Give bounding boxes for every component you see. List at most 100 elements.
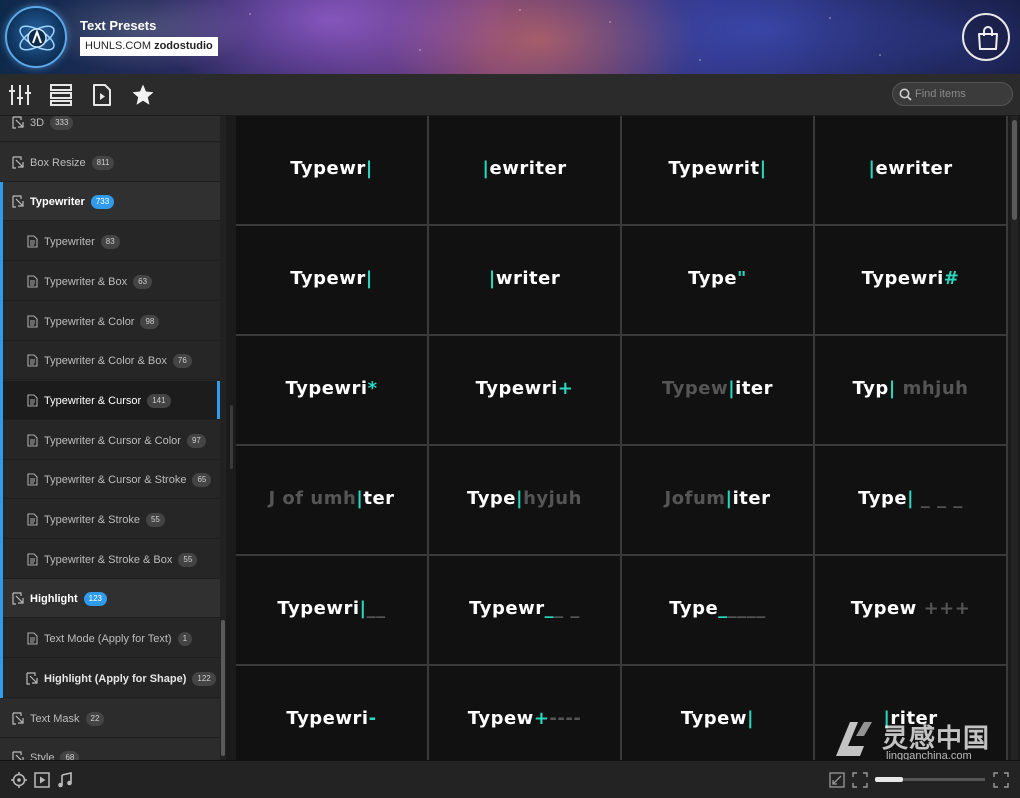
preset-thumbnail[interactable]: Type|hyjuh [429, 446, 620, 554]
watermark-logo-icon [836, 722, 872, 756]
label-text: Text Mask [30, 712, 80, 725]
preset-preview-text: |ewriter [868, 158, 952, 179]
preset-thumbnail[interactable]: Typew+---- [429, 666, 620, 760]
preview-faded-text: Typew [661, 378, 729, 399]
preview-cursor: | [488, 268, 496, 289]
star-icon[interactable] [131, 83, 155, 107]
label-text: Typewriter & Cursor & Stroke [44, 474, 187, 487]
preset-thumbnail[interactable]: Typewr| [236, 226, 427, 334]
label-text: Text Mode (Apply for Text) [44, 633, 172, 646]
preset-preview-text: |writer [489, 268, 560, 289]
app-logo[interactable] [5, 6, 67, 68]
sidebar-category-box-resize[interactable]: Box Resize 811 [0, 142, 220, 182]
preview-typed-text: Typewri [286, 708, 369, 729]
preset-preview-text: Typewrit| [668, 158, 766, 179]
list-view-icon[interactable] [49, 83, 73, 107]
preset-thumbnail[interactable]: Typewri# [815, 226, 1006, 334]
preview-typed-text: Typew [850, 598, 917, 619]
panel-resize-handle[interactable] [230, 405, 233, 469]
shrink-icon[interactable] [829, 772, 845, 788]
sidebar-scroll-thumb[interactable] [221, 620, 225, 756]
preset-thumbnail[interactable]: Typewri* [236, 336, 427, 444]
preview-file-icon[interactable] [90, 83, 114, 107]
music-icon[interactable] [57, 772, 73, 788]
sidebar-category-text-mask[interactable]: Text Mask 22 [0, 698, 220, 738]
sidebar-subitem-typewriter-stroke[interactable]: Typewriter & Stroke 55 [0, 500, 220, 539]
sidebar-subitem-typewriter-cursor-color[interactable]: Typewriter & Cursor & Color 97 [0, 420, 220, 460]
preset-grid: Typewr| |ewriter Typewrit| |ewriter Typewr| |… [236, 116, 1008, 760]
count-badge: 22 [85, 711, 105, 726]
preview-cursor: | [365, 158, 373, 179]
preset-preview-text: |ewriter [482, 158, 566, 179]
sidebar-subitem-typewriter-stroke-box[interactable]: Typewriter & Stroke & Box 55 [0, 539, 220, 579]
preview-cursor: - [368, 708, 377, 729]
shop-button[interactable] [962, 13, 1010, 61]
sidebar-subitem-typewriter-cursor[interactable]: Typewriter & Cursor 141 [0, 380, 220, 420]
fullscreen-icon[interactable] [993, 772, 1009, 788]
preset-thumbnail[interactable]: J of umh|ter [236, 446, 427, 554]
sidebar-item-label: Typewriter & Color 98 [44, 314, 160, 329]
preview-cursor: | [359, 598, 367, 619]
preview-cursor: | [365, 268, 373, 289]
sidebar-category-style[interactable]: Style 68 [0, 738, 220, 760]
preset-thumbnail[interactable]: Typew +++ [815, 556, 1006, 664]
sidebar-subitem-typewriter-color-box[interactable]: Typewriter & Color & Box 76 [0, 341, 220, 381]
preset-preview-text: Typewr| [290, 158, 373, 179]
sidebar-subitem-highlight-apply-for-shape-[interactable]: Highlight (Apply for Shape) 122 [0, 658, 220, 698]
sidebar-subitem-typewriter-color[interactable]: Typewriter & Color 98 [0, 301, 220, 341]
preset-thumbnail[interactable]: |writer [429, 226, 620, 334]
preview-typed-text: ter [363, 488, 395, 509]
sidebar-category-typewriter[interactable]: Typewriter 733 [0, 182, 220, 222]
preset-thumbnail[interactable]: Typew|iter [622, 336, 813, 444]
search-input[interactable] [915, 86, 1009, 102]
preset-thumbnail[interactable]: Typewri|__ [236, 556, 427, 664]
label-text: Typewriter & Color & Box [44, 355, 167, 368]
label-text: Typewriter [30, 196, 85, 209]
preset-thumbnail[interactable]: Type" [622, 226, 813, 334]
target-icon[interactable] [11, 772, 27, 788]
preview-typed-text: Typ [852, 378, 889, 399]
preset-thumbnail[interactable]: Jofum|iter [622, 446, 813, 554]
sidebar-category-highlight[interactable]: Highlight 123 [0, 579, 220, 619]
sidebar-subitem-typewriter-box[interactable]: Typewriter & Box 63 [0, 261, 220, 301]
preset-thumbnail[interactable]: Type| _ _ _ [815, 446, 1006, 554]
document-icon [26, 553, 39, 566]
document-icon [26, 434, 39, 447]
preset-thumbnail[interactable]: Typewri- [236, 666, 427, 760]
preset-thumbnail[interactable]: Typew| [622, 666, 813, 760]
preset-thumbnail[interactable]: Typewr__ _ [429, 556, 620, 664]
label-text: Typewriter & Cursor & Color [44, 434, 181, 447]
label-text: 3D [30, 117, 45, 129]
preset-thumbnail[interactable]: |ewriter [815, 116, 1006, 224]
play-icon[interactable] [34, 772, 50, 788]
sidebar-item-label: Typewriter 733 [30, 195, 115, 210]
folder-link-icon [12, 592, 25, 605]
sidebar-item-label: Typewriter & Cursor & Stroke 65 [44, 473, 212, 488]
count-badge: 1 [177, 632, 193, 647]
preset-thumbnail[interactable]: |ewriter [429, 116, 620, 224]
folder-link-icon [12, 751, 25, 760]
open-group-indicator [0, 182, 3, 580]
sidebar-item-label: Text Mode (Apply for Text) 1 [44, 632, 193, 647]
sidebar-subitem-text-mode-apply-for-text-[interactable]: Text Mode (Apply for Text) 1 [0, 619, 220, 659]
sidebar-item-label: 3D 333 [30, 116, 74, 130]
preview-cursor: | [747, 708, 755, 729]
preset-thumbnail[interactable]: Type_____ [622, 556, 813, 664]
search-box[interactable] [892, 82, 1013, 106]
grid-scroll-thumb[interactable] [1012, 120, 1017, 220]
preset-thumbnail[interactable]: Typewr| [236, 116, 427, 224]
sliders-icon[interactable] [8, 83, 32, 107]
count-badge: 55 [145, 513, 165, 527]
expand-icon[interactable] [852, 772, 868, 788]
document-icon [26, 632, 39, 645]
zoom-slider-fill[interactable] [875, 777, 903, 782]
sidebar-category-3d[interactable]: 3D 333 [0, 116, 220, 142]
preset-thumbnail[interactable]: Typ| mhjuh [815, 336, 1006, 444]
preset-thumbnail[interactable]: Typewri+ [429, 336, 620, 444]
preset-preview-text: Typewr__ _ [469, 598, 580, 619]
sidebar-subitem-typewriter[interactable]: Typewriter 83 [0, 222, 220, 262]
label-text: Typewriter & Color [44, 315, 135, 328]
sidebar-subitem-typewriter-cursor-stroke[interactable]: Typewriter & Cursor & Stroke 65 [0, 460, 220, 500]
preset-thumbnail[interactable]: Typewrit| [622, 116, 813, 224]
preview-typed-text: Typewri [475, 378, 558, 399]
